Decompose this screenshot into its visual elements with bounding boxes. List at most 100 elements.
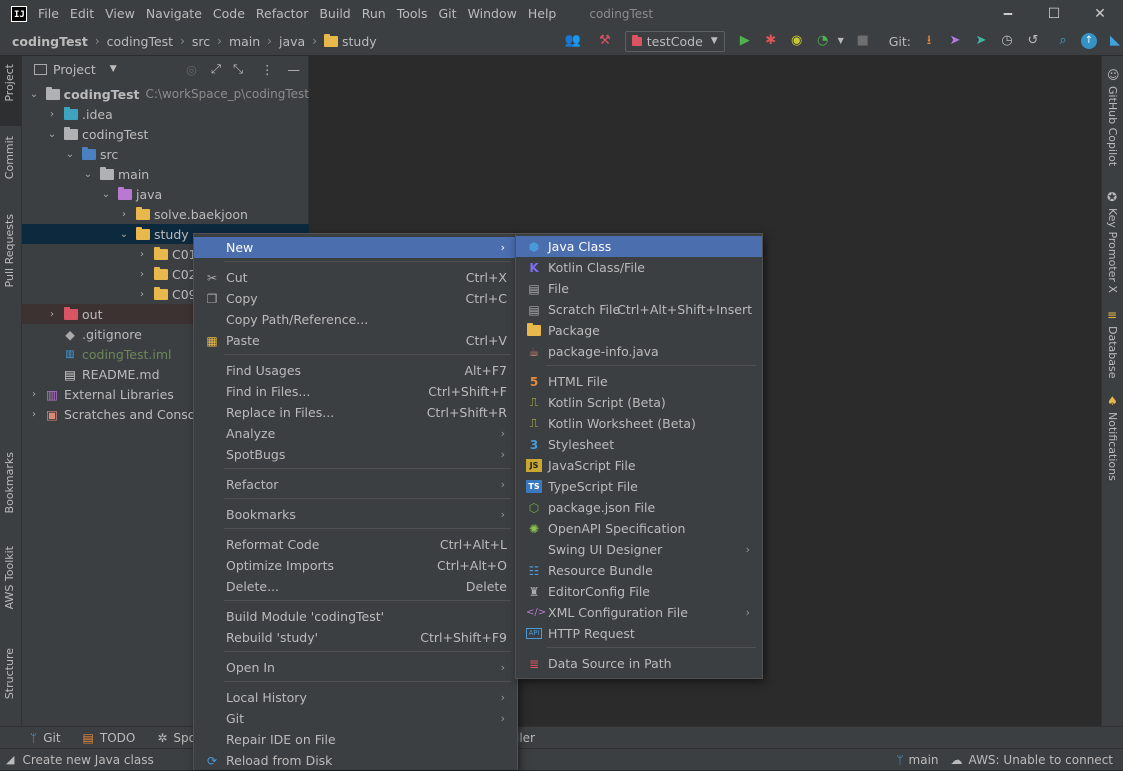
rollback-icon[interactable]: ↺ bbox=[1025, 33, 1041, 49]
tab-commit[interactable]: Commit bbox=[3, 136, 16, 179]
menu-item-optimize-imports[interactable]: Optimize Imports Ctrl+Alt+O bbox=[194, 555, 517, 576]
menu-item-replace-in-files[interactable]: Replace in Files... Ctrl+Shift+R bbox=[194, 402, 517, 423]
menu-refactor[interactable]: Refactor bbox=[256, 6, 308, 21]
new-item-data-source[interactable]: ≣ Data Source in Path bbox=[516, 653, 762, 674]
aws-connection-status[interactable]: AWS: Unable to connect bbox=[969, 753, 1113, 767]
new-item-editorconfig[interactable]: ♜ EditorConfig File bbox=[516, 581, 762, 602]
new-item-typescript-file[interactable]: TS TypeScript File bbox=[516, 476, 762, 497]
menu-item-spotbugs[interactable]: SpotBugs › bbox=[194, 444, 517, 465]
minimize-button[interactable]: 🗕 bbox=[985, 2, 1031, 26]
new-item-package-json[interactable]: ⬡ package.json File bbox=[516, 497, 762, 518]
tab-notifications[interactable]: Notifications bbox=[1106, 412, 1119, 481]
new-item-kotlin-script[interactable]: ⎍ Kotlin Script (Beta) bbox=[516, 392, 762, 413]
hide-icon[interactable]: — bbox=[288, 62, 301, 77]
new-item-package-info[interactable]: ☕ package-info.java bbox=[516, 341, 762, 362]
menu-item-copy[interactable]: ❐ Copy Ctrl+C bbox=[194, 288, 517, 309]
tab-bookmarks[interactable]: Bookmarks bbox=[3, 452, 16, 513]
new-item-stylesheet[interactable]: 3 Stylesheet bbox=[516, 434, 762, 455]
history-icon[interactable]: ◷ bbox=[999, 33, 1015, 49]
tree-item-root[interactable]: ⌄ codingTest C:\workSpace_p\codingTest bbox=[22, 84, 309, 104]
new-item-http-request[interactable]: API HTTP Request bbox=[516, 623, 762, 644]
menu-item-find-usages[interactable]: Find Usages Alt+F7 bbox=[194, 360, 517, 381]
close-window-button[interactable]: ✕ bbox=[1077, 6, 1123, 22]
code-with-me-icon[interactable]: ◣ bbox=[1107, 33, 1123, 49]
menu-help[interactable]: Help bbox=[528, 6, 557, 21]
menu-item-paste[interactable]: ▦ Paste Ctrl+V bbox=[194, 330, 517, 351]
new-item-javascript-file[interactable]: JS JavaScript File bbox=[516, 455, 762, 476]
menu-item-open-in[interactable]: Open In › bbox=[194, 657, 517, 678]
git-branch-widget[interactable]: main bbox=[909, 753, 939, 767]
tab-git[interactable]: Git bbox=[43, 731, 60, 745]
menu-code[interactable]: Code bbox=[213, 6, 245, 21]
new-item-kotlin-class[interactable]: K Kotlin Class/File bbox=[516, 257, 762, 278]
tree-item-idea[interactable]: › .idea bbox=[22, 104, 309, 124]
menu-item-refactor[interactable]: Refactor › bbox=[194, 474, 517, 495]
breadcrumb-study[interactable]: study bbox=[342, 34, 377, 49]
new-item-file[interactable]: ▤ File bbox=[516, 278, 762, 299]
breadcrumb-project[interactable]: codingTest bbox=[12, 34, 88, 49]
chevron-down-icon[interactable]: ▼ bbox=[110, 64, 117, 74]
tree-item-main[interactable]: ⌄ main bbox=[22, 164, 309, 184]
maximize-button[interactable]: ☐ bbox=[1031, 6, 1077, 22]
menu-window[interactable]: Window bbox=[468, 6, 517, 21]
tree-item-src[interactable]: ⌄ src bbox=[22, 144, 309, 164]
locate-icon[interactable]: ◎ bbox=[186, 62, 197, 77]
menu-item-reformat-code[interactable]: Reformat Code Ctrl+Alt+L bbox=[194, 534, 517, 555]
menu-item-cut[interactable]: ✂ Cut Ctrl+X bbox=[194, 267, 517, 288]
menu-item-git[interactable]: Git › bbox=[194, 708, 517, 729]
tree-item-module[interactable]: ⌄ codingTest bbox=[22, 124, 309, 144]
run-config-select[interactable]: testCode ▼ bbox=[624, 30, 725, 52]
more-run-chevron-icon[interactable]: ▼ bbox=[833, 33, 849, 49]
tab-database[interactable]: Database bbox=[1106, 326, 1119, 379]
git-update-icon[interactable]: ⭳ bbox=[921, 33, 937, 49]
breadcrumb-java[interactable]: java bbox=[279, 34, 305, 49]
new-item-package[interactable]: Package bbox=[516, 320, 762, 341]
tree-item-java[interactable]: ⌄ java bbox=[22, 184, 309, 204]
menu-git[interactable]: Git bbox=[439, 6, 457, 21]
menu-item-find-in-files[interactable]: Find in Files... Ctrl+Shift+F bbox=[194, 381, 517, 402]
collapse-all-icon[interactable]: ⤡ bbox=[233, 61, 243, 77]
new-item-openapi[interactable]: ✺ OpenAPI Specification bbox=[516, 518, 762, 539]
breadcrumb-module[interactable]: codingTest bbox=[107, 34, 173, 49]
menu-item-reload-from-disk[interactable]: ⟳ Reload from Disk bbox=[194, 750, 517, 771]
menu-tools[interactable]: Tools bbox=[397, 6, 428, 21]
tab-github-copilot[interactable]: GitHub Copilot bbox=[1106, 86, 1119, 166]
expand-all-icon[interactable]: ⤢ bbox=[211, 61, 221, 77]
breadcrumb-src[interactable]: src bbox=[192, 34, 210, 49]
menu-item-local-history[interactable]: Local History › bbox=[194, 687, 517, 708]
tab-pull-requests[interactable]: Pull Requests bbox=[3, 214, 16, 287]
git-commit-icon[interactable]: ➤ bbox=[947, 33, 963, 49]
breadcrumb-main[interactable]: main bbox=[229, 34, 260, 49]
new-item-scratch-file[interactable]: ▤ Scratch File Ctrl+Alt+Shift+Insert bbox=[516, 299, 762, 320]
menu-run[interactable]: Run bbox=[362, 6, 386, 21]
git-push-icon[interactable]: ➤ bbox=[973, 33, 989, 49]
tab-aws-toolkit[interactable]: AWS Toolkit bbox=[3, 546, 16, 609]
run-icon[interactable]: ▶ bbox=[737, 33, 753, 49]
menu-item-rebuild[interactable]: Rebuild 'study' Ctrl+Shift+F9 bbox=[194, 627, 517, 648]
tab-structure[interactable]: Structure bbox=[3, 648, 16, 699]
user-icon[interactable]: 👥 bbox=[565, 33, 581, 49]
new-item-swing-ui-designer[interactable]: Swing UI Designer › bbox=[516, 539, 762, 560]
new-item-xml-config[interactable]: </> XML Configuration File › bbox=[516, 602, 762, 623]
menu-item-repair-ide[interactable]: Repair IDE on File bbox=[194, 729, 517, 750]
menu-item-delete[interactable]: Delete... Delete bbox=[194, 576, 517, 597]
project-view-select[interactable]: Project bbox=[53, 62, 96, 77]
debug-icon[interactable]: ✱ bbox=[763, 33, 779, 49]
menu-item-copy-path[interactable]: Copy Path/Reference... bbox=[194, 309, 517, 330]
profile-icon[interactable]: ◔ bbox=[815, 33, 831, 49]
menu-item-bookmarks[interactable]: Bookmarks › bbox=[194, 504, 517, 525]
tree-item-solve-baekjoon[interactable]: › solve.baekjoon bbox=[22, 204, 309, 224]
tab-project[interactable]: Project bbox=[3, 64, 16, 102]
search-icon[interactable]: ⌕ bbox=[1055, 33, 1071, 49]
menu-build[interactable]: Build bbox=[319, 6, 350, 21]
tab-key-promoter[interactable]: Key Promoter X bbox=[1106, 208, 1119, 293]
tab-profiler[interactable]: iler bbox=[516, 731, 535, 745]
new-item-kotlin-worksheet[interactable]: ⎍ Kotlin Worksheet (Beta) bbox=[516, 413, 762, 434]
new-item-html-file[interactable]: 5 HTML File bbox=[516, 371, 762, 392]
update-icon[interactable]: ↑ bbox=[1081, 33, 1097, 49]
options-icon[interactable]: ⋮ bbox=[261, 62, 274, 77]
build-hammer-icon[interactable]: ⚒ bbox=[597, 33, 613, 49]
menu-edit[interactable]: Edit bbox=[70, 6, 94, 21]
menu-item-new[interactable]: New › bbox=[194, 237, 517, 258]
tab-todo[interactable]: TODO bbox=[100, 731, 135, 745]
